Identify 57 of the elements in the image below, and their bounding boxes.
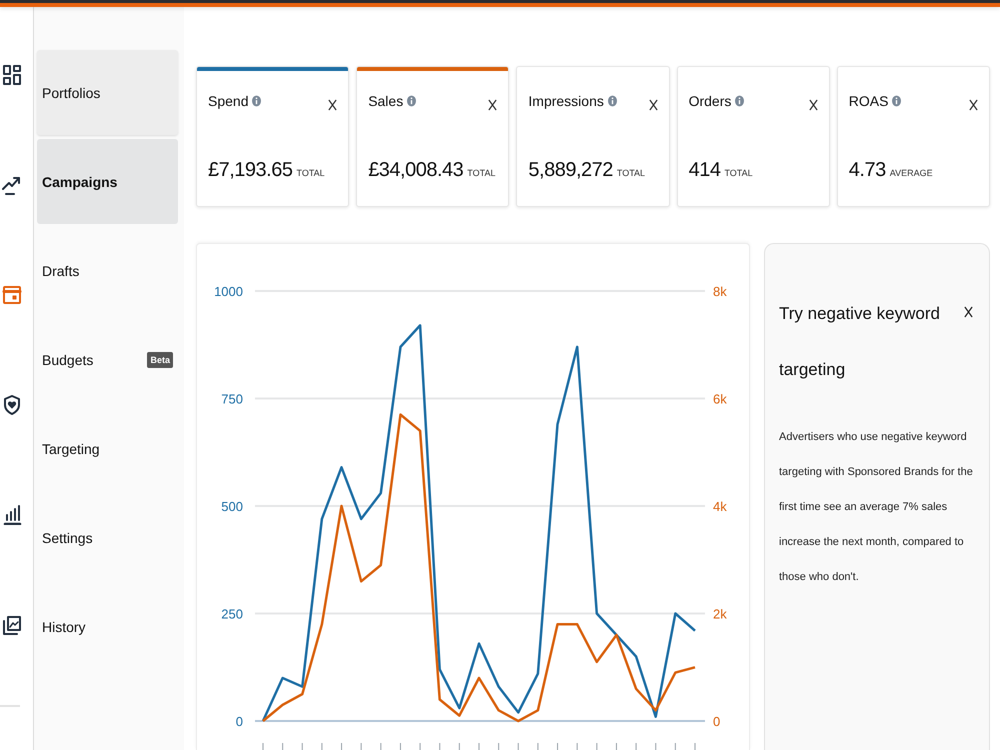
calendar-icon[interactable] xyxy=(2,285,22,305)
tip-title: Try negative keyword targeting xyxy=(779,303,941,381)
bar-chart-icon[interactable] xyxy=(2,505,22,525)
trend-chart-icon[interactable] xyxy=(2,175,22,195)
y2-axis-label: 6k xyxy=(713,392,727,406)
nav-item[interactable]: Budgets Beta xyxy=(37,317,178,402)
metric-card[interactable]: Sales £34,008.43 TOTAL xyxy=(356,66,510,207)
beta-badge: Beta xyxy=(147,352,173,368)
close-icon[interactable] xyxy=(964,306,973,318)
y-axis-label: 1000 xyxy=(214,284,243,299)
metric-card[interactable]: ROAS 4.73 AVERAGE xyxy=(836,66,990,207)
metric-unit: TOTAL xyxy=(467,168,496,178)
close-icon[interactable] xyxy=(488,99,498,111)
nav-item[interactable]: Portfolios xyxy=(37,50,178,135)
info-icon[interactable] xyxy=(252,95,262,107)
dashboard-icon[interactable] xyxy=(2,65,22,85)
nav-item[interactable]: History xyxy=(37,584,178,669)
metric-value: 414 xyxy=(688,159,720,182)
y-axis-label: 750 xyxy=(221,392,243,406)
shield-heart-icon[interactable] xyxy=(2,395,22,415)
y2-axis-label: 2k xyxy=(713,606,727,622)
info-icon[interactable] xyxy=(407,95,416,107)
metric-title: Orders xyxy=(688,93,732,109)
y2-axis-label: 8k xyxy=(713,284,727,299)
tip-text: Advertisers who use negative keyword targeting with Sponsored Brands for the first time see an average 7% sales increase the next month, compared to those who don't. xyxy=(779,430,974,585)
y2-axis-label: 4k xyxy=(713,499,727,514)
close-icon[interactable] xyxy=(328,99,338,111)
metric-card[interactable]: Impressions 5,889,272 TOTAL xyxy=(516,66,670,207)
metric-unit: TOTAL xyxy=(616,168,646,178)
info-icon[interactable] xyxy=(892,95,902,107)
nav-item[interactable]: Campaigns xyxy=(37,139,178,224)
metric-value: 5,889,272 xyxy=(528,159,613,182)
nav-item[interactable]: Targeting xyxy=(37,406,178,491)
metric-value: 4.73 xyxy=(848,159,886,182)
info-icon[interactable] xyxy=(608,95,617,107)
metric-title: Spend xyxy=(208,93,248,109)
y-axis-label: 0 xyxy=(236,714,243,729)
metric-card[interactable]: Orders 414 TOTAL xyxy=(676,66,830,207)
metric-unit: TOTAL xyxy=(724,168,753,178)
close-icon[interactable] xyxy=(648,99,658,111)
y-axis-label: 500 xyxy=(221,499,243,514)
metric-title: ROAS xyxy=(848,93,888,109)
metric-value: £34,008.43 xyxy=(368,159,464,182)
image-stack-icon[interactable] xyxy=(2,615,22,635)
metric-title: Sales xyxy=(368,93,404,109)
y2-axis-label: 0 xyxy=(713,714,720,729)
nav-item[interactable]: Settings xyxy=(37,495,178,580)
metric-unit: TOTAL xyxy=(296,168,325,178)
metric-unit: AVERAGE xyxy=(890,168,933,178)
metric-value: £7,193.65 xyxy=(208,159,292,182)
info-icon[interactable] xyxy=(735,95,744,107)
metric-card[interactable]: Spend £7,193.65 TOTAL xyxy=(196,66,350,207)
close-icon[interactable] xyxy=(808,99,818,111)
close-icon[interactable] xyxy=(968,99,978,111)
nav-item[interactable]: Drafts xyxy=(37,228,178,313)
metric-title: Impressions xyxy=(528,93,604,109)
y-axis-label: 250 xyxy=(221,606,243,622)
